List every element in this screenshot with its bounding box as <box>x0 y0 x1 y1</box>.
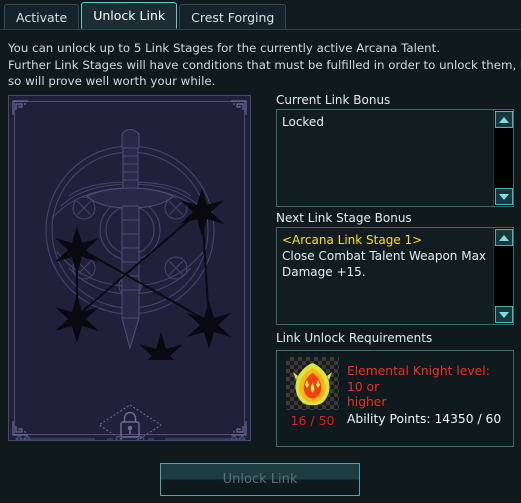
flame-beast-icon[interactable] <box>286 357 339 410</box>
card-lock-area <box>9 401 250 440</box>
tab-unlock-link[interactable]: Unlock Link <box>81 2 178 29</box>
requirement-ability-points: Ability Points: 14350 / 60 <box>347 411 502 426</box>
next-link-stage-bonus-label: Next Link Stage Bonus <box>276 211 412 225</box>
description-line-1: You can unlock up to 5 Link Stages for t… <box>8 41 440 55</box>
description-line-2: Further Link Stages will have conditions… <box>8 57 521 72</box>
chevron-down-icon <box>499 311 509 318</box>
tab-unlock-link-label: Unlock Link <box>93 8 166 23</box>
next-stage-header: <Arcana Link Stage 1> <box>282 233 423 247</box>
scroll-up-button[interactable] <box>495 111 513 128</box>
celtic-sword-emblem-icon <box>9 100 250 360</box>
tab-bar: Activate Unlock Link Crest Forging <box>0 0 521 30</box>
requirement-level-line-2: higher <box>347 395 387 409</box>
next-link-stage-bonus-scrollbar[interactable] <box>493 228 513 324</box>
unlock-link-button-label: Unlock Link <box>222 472 298 487</box>
next-link-stage-bonus-panel: <Arcana Link Stage 1> Close Combat Talen… <box>276 227 514 325</box>
tab-activate-label: Activate <box>16 9 68 25</box>
scroll-down-button[interactable] <box>495 188 513 205</box>
current-link-bonus-panel: Locked <box>276 109 514 207</box>
next-stage-line-2: Damage +15. <box>282 265 366 279</box>
current-link-bonus-label: Current Link Bonus <box>276 93 391 107</box>
next-stage-line-1: Close Combat Talent Weapon Max <box>282 249 487 263</box>
link-unlock-requirements-panel: 16 / 50 Elemental Knight level: 10 or hi… <box>276 350 514 447</box>
chevron-up-icon <box>499 234 509 241</box>
arcana-card[interactable]: Elemental Knight Arcana Level 5 EXP 39.9… <box>8 95 251 441</box>
requirement-level-line-1: Elemental Knight level: 10 or <box>347 364 490 394</box>
description-line-3: so will prove well worth your while. <box>8 74 216 88</box>
unlock-link-button[interactable]: Unlock Link <box>160 463 360 496</box>
tab-crest-forging-label: Crest Forging <box>191 9 275 25</box>
requirement-text-block: Elemental Knight level: 10 or higher Abi… <box>347 364 508 427</box>
next-link-stage-bonus-text: <Arcana Link Stage 1> Close Combat Talen… <box>282 232 491 320</box>
link-unlock-requirements-label: Link Unlock Requirements <box>276 331 433 345</box>
scroll-up-button[interactable] <box>495 229 513 246</box>
requirement-item-count: 16 / 50 <box>290 413 335 428</box>
arcana-unlock-link-window: Activate Unlock Link Crest Forging You c… <box>0 0 521 503</box>
padlock-icon <box>120 411 140 438</box>
scroll-down-button[interactable] <box>495 306 513 323</box>
chevron-up-icon <box>499 116 509 123</box>
current-link-bonus-text: Locked <box>282 115 324 129</box>
description-text: You can unlock up to 5 Link Stages for t… <box>8 40 521 90</box>
tab-crest-forging[interactable]: Crest Forging <box>179 4 287 29</box>
tab-activate[interactable]: Activate <box>4 4 80 29</box>
current-link-bonus-scrollbar[interactable] <box>493 110 513 206</box>
chevron-down-icon <box>499 193 509 200</box>
